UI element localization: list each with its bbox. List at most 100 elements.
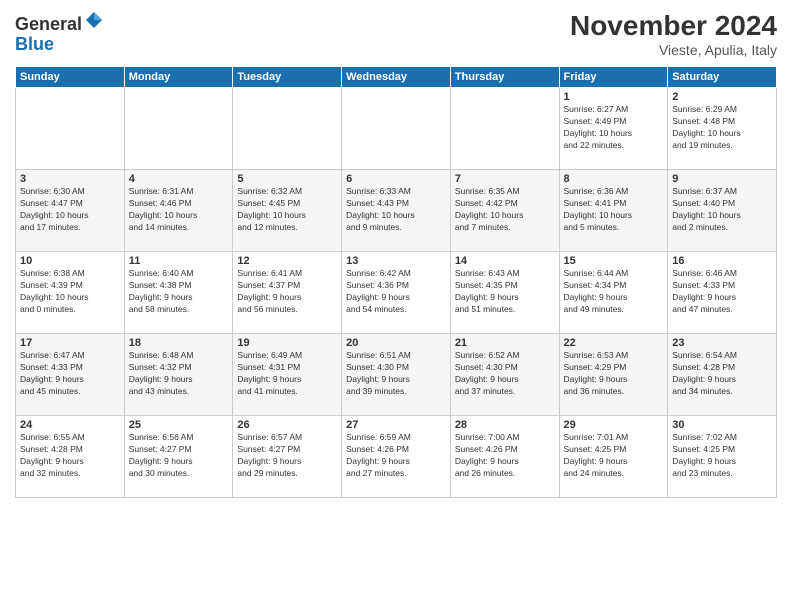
day-number: 30 (672, 419, 772, 431)
day-number: 12 (237, 255, 337, 267)
day-info: Sunrise: 6:30 AM Sunset: 4:47 PM Dayligh… (20, 186, 120, 234)
calendar: Sunday Monday Tuesday Wednesday Thursday… (15, 66, 777, 498)
calendar-week-1: 1Sunrise: 6:27 AM Sunset: 4:49 PM Daylig… (16, 88, 777, 170)
day-number: 13 (346, 255, 446, 267)
day-info: Sunrise: 6:42 AM Sunset: 4:36 PM Dayligh… (346, 268, 446, 316)
day-number: 14 (455, 255, 555, 267)
weekday-monday: Monday (124, 67, 233, 88)
day-number: 4 (129, 173, 229, 185)
logo: General Blue (15, 10, 104, 55)
day-number: 3 (20, 173, 120, 185)
header: General Blue November 2024 Vieste, Apuli… (15, 10, 777, 58)
calendar-cell: 1Sunrise: 6:27 AM Sunset: 4:49 PM Daylig… (559, 88, 668, 170)
day-info: Sunrise: 6:33 AM Sunset: 4:43 PM Dayligh… (346, 186, 446, 234)
day-number: 25 (129, 419, 229, 431)
calendar-cell: 3Sunrise: 6:30 AM Sunset: 4:47 PM Daylig… (16, 170, 125, 252)
calendar-cell (233, 88, 342, 170)
day-number: 23 (672, 337, 772, 349)
day-number: 9 (672, 173, 772, 185)
calendar-cell: 20Sunrise: 6:51 AM Sunset: 4:30 PM Dayli… (342, 334, 451, 416)
calendar-week-4: 17Sunrise: 6:47 AM Sunset: 4:33 PM Dayli… (16, 334, 777, 416)
calendar-week-3: 10Sunrise: 6:38 AM Sunset: 4:39 PM Dayli… (16, 252, 777, 334)
calendar-cell: 7Sunrise: 6:35 AM Sunset: 4:42 PM Daylig… (450, 170, 559, 252)
day-number: 19 (237, 337, 337, 349)
day-info: Sunrise: 6:46 AM Sunset: 4:33 PM Dayligh… (672, 268, 772, 316)
calendar-cell: 17Sunrise: 6:47 AM Sunset: 4:33 PM Dayli… (16, 334, 125, 416)
calendar-cell (450, 88, 559, 170)
calendar-body: 1Sunrise: 6:27 AM Sunset: 4:49 PM Daylig… (16, 88, 777, 498)
day-info: Sunrise: 6:48 AM Sunset: 4:32 PM Dayligh… (129, 350, 229, 398)
calendar-week-5: 24Sunrise: 6:55 AM Sunset: 4:28 PM Dayli… (16, 416, 777, 498)
location: Vieste, Apulia, Italy (570, 42, 777, 58)
weekday-row: Sunday Monday Tuesday Wednesday Thursday… (16, 67, 777, 88)
day-number: 1 (564, 91, 664, 103)
weekday-sunday: Sunday (16, 67, 125, 88)
day-number: 2 (672, 91, 772, 103)
calendar-cell: 5Sunrise: 6:32 AM Sunset: 4:45 PM Daylig… (233, 170, 342, 252)
day-number: 10 (20, 255, 120, 267)
day-info: Sunrise: 6:40 AM Sunset: 4:38 PM Dayligh… (129, 268, 229, 316)
day-info: Sunrise: 7:02 AM Sunset: 4:25 PM Dayligh… (672, 432, 772, 480)
day-info: Sunrise: 6:41 AM Sunset: 4:37 PM Dayligh… (237, 268, 337, 316)
calendar-cell: 6Sunrise: 6:33 AM Sunset: 4:43 PM Daylig… (342, 170, 451, 252)
calendar-cell (342, 88, 451, 170)
calendar-cell: 23Sunrise: 6:54 AM Sunset: 4:28 PM Dayli… (668, 334, 777, 416)
calendar-cell: 26Sunrise: 6:57 AM Sunset: 4:27 PM Dayli… (233, 416, 342, 498)
day-info: Sunrise: 6:31 AM Sunset: 4:46 PM Dayligh… (129, 186, 229, 234)
calendar-cell: 30Sunrise: 7:02 AM Sunset: 4:25 PM Dayli… (668, 416, 777, 498)
day-info: Sunrise: 6:43 AM Sunset: 4:35 PM Dayligh… (455, 268, 555, 316)
day-info: Sunrise: 6:27 AM Sunset: 4:49 PM Dayligh… (564, 104, 664, 152)
calendar-cell: 18Sunrise: 6:48 AM Sunset: 4:32 PM Dayli… (124, 334, 233, 416)
calendar-cell: 24Sunrise: 6:55 AM Sunset: 4:28 PM Dayli… (16, 416, 125, 498)
day-info: Sunrise: 6:32 AM Sunset: 4:45 PM Dayligh… (237, 186, 337, 234)
day-info: Sunrise: 7:01 AM Sunset: 4:25 PM Dayligh… (564, 432, 664, 480)
day-number: 5 (237, 173, 337, 185)
day-info: Sunrise: 6:35 AM Sunset: 4:42 PM Dayligh… (455, 186, 555, 234)
day-number: 6 (346, 173, 446, 185)
calendar-cell: 28Sunrise: 7:00 AM Sunset: 4:26 PM Dayli… (450, 416, 559, 498)
calendar-cell: 15Sunrise: 6:44 AM Sunset: 4:34 PM Dayli… (559, 252, 668, 334)
day-info: Sunrise: 7:00 AM Sunset: 4:26 PM Dayligh… (455, 432, 555, 480)
calendar-cell: 22Sunrise: 6:53 AM Sunset: 4:29 PM Dayli… (559, 334, 668, 416)
day-info: Sunrise: 6:37 AM Sunset: 4:40 PM Dayligh… (672, 186, 772, 234)
calendar-cell: 8Sunrise: 6:36 AM Sunset: 4:41 PM Daylig… (559, 170, 668, 252)
calendar-week-2: 3Sunrise: 6:30 AM Sunset: 4:47 PM Daylig… (16, 170, 777, 252)
calendar-cell: 10Sunrise: 6:38 AM Sunset: 4:39 PM Dayli… (16, 252, 125, 334)
day-number: 26 (237, 419, 337, 431)
calendar-cell: 27Sunrise: 6:59 AM Sunset: 4:26 PM Dayli… (342, 416, 451, 498)
day-info: Sunrise: 6:44 AM Sunset: 4:34 PM Dayligh… (564, 268, 664, 316)
day-number: 16 (672, 255, 772, 267)
weekday-thursday: Thursday (450, 67, 559, 88)
calendar-cell: 4Sunrise: 6:31 AM Sunset: 4:46 PM Daylig… (124, 170, 233, 252)
weekday-friday: Friday (559, 67, 668, 88)
logo-icon (84, 10, 104, 30)
day-info: Sunrise: 6:49 AM Sunset: 4:31 PM Dayligh… (237, 350, 337, 398)
day-info: Sunrise: 6:36 AM Sunset: 4:41 PM Dayligh… (564, 186, 664, 234)
day-number: 18 (129, 337, 229, 349)
day-number: 27 (346, 419, 446, 431)
day-info: Sunrise: 6:38 AM Sunset: 4:39 PM Dayligh… (20, 268, 120, 316)
calendar-cell: 9Sunrise: 6:37 AM Sunset: 4:40 PM Daylig… (668, 170, 777, 252)
logo-blue: Blue (15, 34, 54, 54)
day-info: Sunrise: 6:59 AM Sunset: 4:26 PM Dayligh… (346, 432, 446, 480)
title-block: November 2024 Vieste, Apulia, Italy (570, 10, 777, 58)
month-title: November 2024 (570, 10, 777, 42)
day-number: 7 (455, 173, 555, 185)
calendar-cell (124, 88, 233, 170)
calendar-cell: 21Sunrise: 6:52 AM Sunset: 4:30 PM Dayli… (450, 334, 559, 416)
weekday-saturday: Saturday (668, 67, 777, 88)
day-number: 11 (129, 255, 229, 267)
day-info: Sunrise: 6:51 AM Sunset: 4:30 PM Dayligh… (346, 350, 446, 398)
calendar-cell: 12Sunrise: 6:41 AM Sunset: 4:37 PM Dayli… (233, 252, 342, 334)
day-info: Sunrise: 6:55 AM Sunset: 4:28 PM Dayligh… (20, 432, 120, 480)
calendar-cell: 19Sunrise: 6:49 AM Sunset: 4:31 PM Dayli… (233, 334, 342, 416)
logo-text: General Blue (15, 10, 104, 55)
day-number: 17 (20, 337, 120, 349)
calendar-cell (16, 88, 125, 170)
calendar-cell: 11Sunrise: 6:40 AM Sunset: 4:38 PM Dayli… (124, 252, 233, 334)
day-info: Sunrise: 6:29 AM Sunset: 4:48 PM Dayligh… (672, 104, 772, 152)
calendar-cell: 2Sunrise: 6:29 AM Sunset: 4:48 PM Daylig… (668, 88, 777, 170)
day-info: Sunrise: 6:52 AM Sunset: 4:30 PM Dayligh… (455, 350, 555, 398)
day-info: Sunrise: 6:53 AM Sunset: 4:29 PM Dayligh… (564, 350, 664, 398)
day-number: 20 (346, 337, 446, 349)
